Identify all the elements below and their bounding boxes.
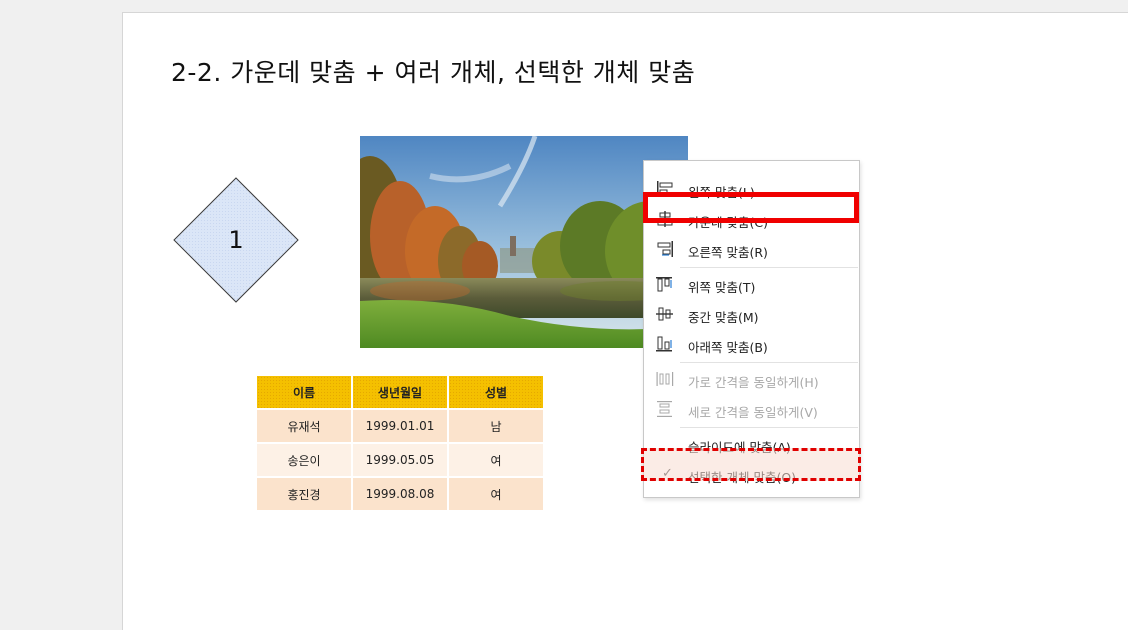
table-header-row: 이름 생년월일 성별 bbox=[257, 376, 545, 410]
menu-item-align-right[interactable]: 오른쪽 맞춤(R) bbox=[644, 235, 859, 263]
table-row: 유재석 1999.01.01 남 bbox=[257, 409, 545, 444]
table-cell: 여 bbox=[448, 443, 545, 478]
menu-item-label: 오른쪽 맞춤(R) bbox=[688, 245, 768, 260]
menu-item-align-middle[interactable]: 중간 맞춤(M) bbox=[644, 300, 859, 328]
table-cell: 여 bbox=[448, 477, 545, 512]
table-cell: 1999.05.05 bbox=[352, 443, 449, 478]
align-middle-icon bbox=[656, 307, 673, 321]
table-cell: 유재석 bbox=[257, 409, 353, 444]
highlight-box-selected-objects bbox=[641, 448, 861, 481]
table-cell: 홍진경 bbox=[257, 477, 353, 512]
header-cell-name: 이름 bbox=[257, 376, 353, 410]
menu-item-label: 위쪽 맞춤(T) bbox=[688, 280, 756, 295]
menu-item-distribute-horizontal[interactable]: 가로 간격을 동일하게(H) bbox=[644, 365, 859, 393]
align-bottom-icon bbox=[656, 336, 672, 352]
menu-item-label: 아래쪽 맞춤(B) bbox=[688, 340, 768, 355]
slide-title[interactable]: 2-2. 가운데 맞춤 + 여러 개체, 선택한 개체 맞춤 bbox=[171, 53, 695, 89]
table-cell: 남 bbox=[448, 409, 545, 444]
table-row: 송은이 1999.05.05 여 bbox=[257, 443, 545, 478]
menu-item-align-bottom[interactable]: 아래쪽 맞춤(B) bbox=[644, 330, 859, 358]
diamond-shape[interactable]: 1 bbox=[173, 177, 299, 303]
align-top-icon bbox=[656, 277, 672, 292]
menu-separator bbox=[680, 427, 858, 428]
slide-canvas: 2-2. 가운데 맞춤 + 여러 개체, 선택한 개체 맞춤 1 이름 생년월일… bbox=[122, 12, 1128, 630]
menu-item-distribute-vertical[interactable]: 세로 간격을 동일하게(V) bbox=[644, 395, 859, 423]
highlight-box-center bbox=[643, 192, 859, 223]
menu-item-label: 중간 맞춤(M) bbox=[688, 310, 759, 325]
menu-separator bbox=[680, 267, 858, 268]
table-cell: 1999.08.08 bbox=[352, 477, 449, 512]
header-cell-gender: 성별 bbox=[448, 376, 545, 410]
diamond-label: 1 bbox=[228, 226, 244, 254]
table-row: 홍진경 1999.08.08 여 bbox=[257, 477, 545, 512]
menu-item-align-top[interactable]: 위쪽 맞춤(T) bbox=[644, 270, 859, 298]
table-cell: 1999.01.01 bbox=[352, 409, 449, 444]
menu-item-label: 가로 간격을 동일하게(H) bbox=[688, 375, 819, 390]
landscape-photo[interactable] bbox=[360, 136, 688, 348]
header-cell-birthdate: 생년월일 bbox=[352, 376, 449, 410]
people-table[interactable]: 이름 생년월일 성별 유재석 1999.01.01 남 송은이 1999.05.… bbox=[257, 376, 545, 512]
menu-separator bbox=[680, 362, 858, 363]
distribute-vertical-icon bbox=[657, 401, 672, 417]
table-cell: 송은이 bbox=[257, 443, 353, 478]
align-right-icon bbox=[657, 241, 673, 257]
distribute-horizontal-icon bbox=[656, 372, 674, 386]
menu-item-label: 세로 간격을 동일하게(V) bbox=[688, 405, 818, 420]
